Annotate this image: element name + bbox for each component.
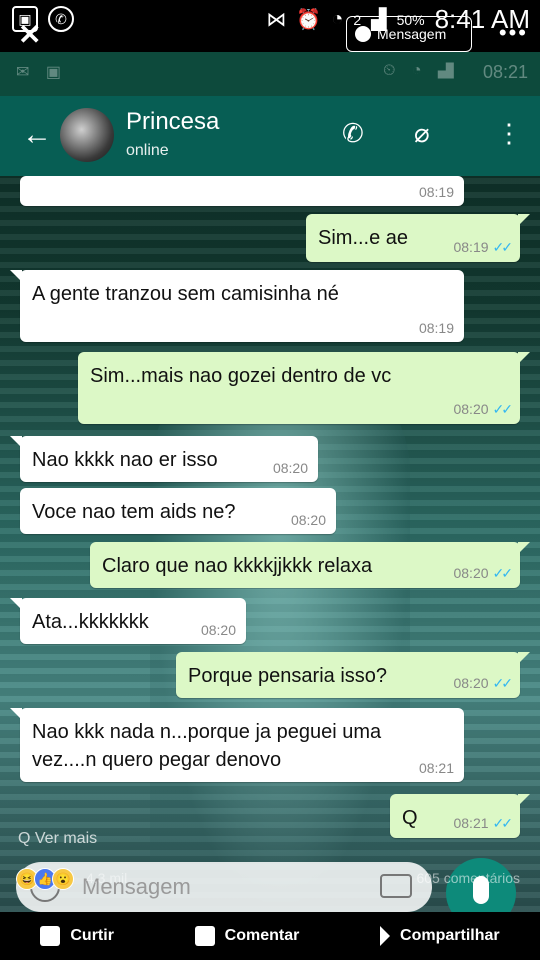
- comment-count[interactable]: 605 comentários: [416, 870, 520, 886]
- message-time: 08:20 ✓✓: [453, 565, 514, 581]
- inner-notification-icons: ✉ ▣: [16, 64, 67, 81]
- like-button[interactable]: Curtir: [40, 926, 114, 946]
- whatsapp-notification-icon: ✆: [48, 6, 74, 32]
- chat-header: ← Princesa online ✆ ⌀ ⋮: [0, 96, 540, 176]
- message-bubble-out[interactable]: Q 08:21 ✓✓: [390, 794, 530, 838]
- message-time: 08:19: [418, 320, 454, 336]
- message-bubble-in[interactable]: Ata...kkkkkkk 08:20: [10, 598, 246, 644]
- message-time: 08:20: [200, 622, 236, 638]
- message-input-bar[interactable]: Mensagem: [16, 862, 432, 912]
- paperclip-icon[interactable]: ⌀: [414, 118, 430, 149]
- message-time: 08:20 ✓✓: [453, 401, 514, 417]
- message-time: 08:21 ✓✓: [453, 815, 514, 831]
- message-bubble-in[interactable]: Voce nao tem aids ne? 08:20: [20, 488, 336, 534]
- message-text: Nao kkk nada n...porque ja peguei uma ve…: [32, 721, 382, 771]
- inner-system-icons: ⏲ ◔ ▟: [382, 62, 460, 79]
- overflow-menu-icon[interactable]: ⋮: [496, 118, 522, 149]
- message-text: Sim...mais nao gozei dentro de vc: [90, 365, 392, 387]
- message-bubble-in[interactable]: 08:19: [20, 176, 464, 206]
- message-time: 08:21: [418, 760, 454, 776]
- message-text: Claro que nao kkkkjjkkk relaxa: [102, 555, 373, 577]
- wow-reaction-icon: 😮: [52, 868, 74, 890]
- contact-name[interactable]: Princesa: [126, 108, 219, 136]
- read-ticks-icon: ✓✓: [492, 239, 514, 255]
- share-label: Compartilhar: [400, 927, 500, 944]
- message-time: 08:20: [272, 460, 308, 476]
- contact-status: online: [126, 142, 169, 159]
- messenger-icon: [355, 26, 371, 42]
- read-ticks-icon: ✓✓: [492, 815, 514, 831]
- phone-call-icon[interactable]: ✆: [342, 118, 364, 149]
- inner-clock: 08:21: [482, 62, 528, 82]
- message-bubble-out[interactable]: Sim...e ae 08:19 ✓✓: [306, 214, 530, 262]
- contact-avatar[interactable]: [60, 108, 114, 162]
- ver-mais-link[interactable]: Q Ver mais: [18, 830, 97, 848]
- message-bubble-in[interactable]: Nao kkk nada n...porque ja peguei uma ve…: [10, 708, 464, 782]
- message-text: A gente tranzou sem camisinha né: [32, 283, 339, 305]
- reaction-count[interactable]: 4,3 mil: [86, 870, 127, 886]
- messenger-button[interactable]: Mensagem: [346, 16, 472, 52]
- like-icon: [40, 926, 61, 946]
- share-button[interactable]: Compartilhar: [380, 926, 500, 946]
- message-time: 08:20: [290, 512, 326, 528]
- alarm-icon: ⏰: [296, 9, 322, 31]
- message-bubble-out[interactable]: Claro que nao kkkkjjkkk relaxa 08:20 ✓✓: [90, 542, 530, 588]
- message-bubble-out[interactable]: Porque pensaria isso? 08:20 ✓✓: [176, 652, 530, 698]
- inner-status-bar: ✉ ▣ ⏲ ◔ ▟ 08:21: [0, 52, 540, 96]
- comment-button[interactable]: Comentar: [194, 926, 300, 946]
- message-time: 08:20 ✓✓: [453, 675, 514, 691]
- message-bubble-in[interactable]: A gente tranzou sem camisinha né 08:19: [10, 270, 464, 342]
- message-bubble-out[interactable]: Sim...mais nao gozei dentro de vc 08:20 ✓…: [78, 352, 530, 424]
- read-ticks-icon: ✓✓: [492, 675, 514, 691]
- message-text: Nao kkkk nao er isso: [32, 449, 218, 471]
- ver-mais-label: Ver mais: [34, 830, 98, 847]
- more-options-icon[interactable]: •••: [499, 20, 528, 46]
- share-icon: [380, 926, 391, 946]
- message-time: 08:19: [418, 184, 454, 200]
- nfc-icon: ⋈: [266, 9, 287, 31]
- read-ticks-icon: ✓✓: [492, 565, 514, 581]
- comment-icon: [194, 926, 215, 946]
- whatsapp-screenshot: ✉ ▣ ⏲ ◔ ▟ 08:21 ← Princesa online ✆ ⌀ ⋮ …: [0, 52, 540, 912]
- reaction-icons[interactable]: 😆 👍 😮: [16, 868, 74, 890]
- back-arrow-icon[interactable]: ←: [22, 118, 52, 152]
- wifi-icon: ◔: [331, 8, 344, 30]
- post-action-bar: Curtir Comentar Compartilhar: [0, 912, 540, 960]
- close-icon[interactable]: ✕: [18, 18, 41, 51]
- camera-icon[interactable]: [380, 874, 412, 898]
- read-ticks-icon: ✓✓: [492, 401, 514, 417]
- comment-label: Comentar: [224, 927, 300, 944]
- message-text: Voce nao tem aids ne?: [32, 501, 236, 523]
- like-label: Curtir: [70, 927, 114, 944]
- message-time: 08:19 ✓✓: [453, 239, 514, 255]
- message-bubble-in[interactable]: Nao kkkk nao er isso 08:20: [10, 436, 318, 482]
- messenger-label: Mensagem: [377, 26, 447, 42]
